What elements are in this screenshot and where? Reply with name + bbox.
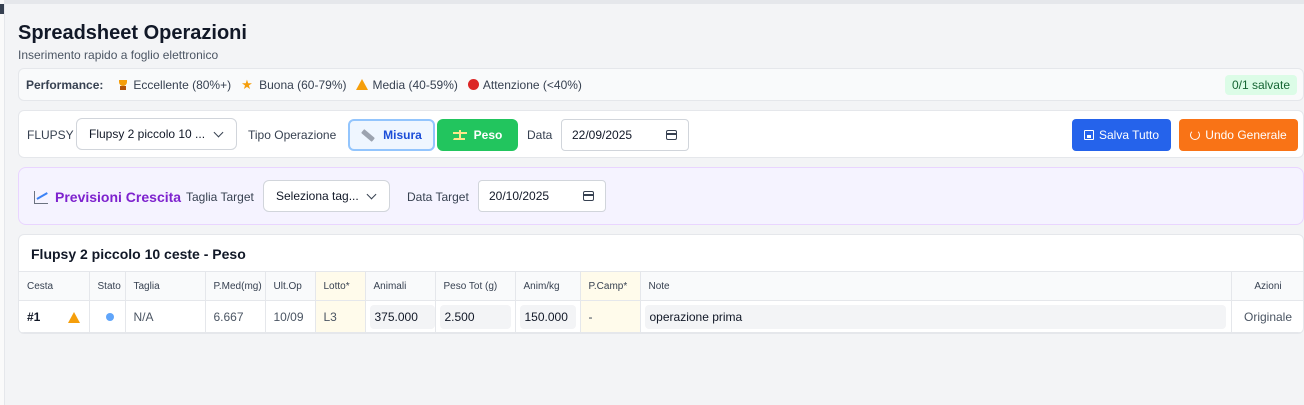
- warning-icon: [356, 79, 369, 90]
- column-header-pmed: P.Med(mg): [205, 271, 266, 301]
- flupsy-select-value: Flupsy 2 piccolo 10 ...: [89, 127, 206, 141]
- performance-label: Performance:: [26, 77, 104, 92]
- legend-label: Buona (60-79%): [259, 77, 347, 92]
- legend-label: Media (40-59%): [372, 77, 458, 92]
- chevron-down-icon: [366, 189, 377, 200]
- cell-ultop: 10/09: [265, 300, 316, 333]
- save-icon: [1083, 130, 1094, 140]
- page-header: Spreadsheet Operazioni Inserimento rapid…: [18, 22, 247, 62]
- scale-icon: [452, 130, 467, 140]
- flupsy-label: FLUPSY: [27, 128, 74, 142]
- flupsy-select[interactable]: Flupsy 2 piccolo 10 ...: [76, 118, 237, 150]
- taglia-value: N/A: [133, 309, 154, 324]
- pcamp-value[interactable]: -: [585, 310, 593, 324]
- undo-all-button[interactable]: Undo Generale: [1179, 119, 1298, 151]
- cell-pmed: 6.667: [205, 300, 266, 333]
- cell-taglia: N/A: [125, 300, 206, 333]
- cell-azioni: Originale: [1231, 300, 1303, 333]
- edge-marker: [0, 4, 4, 14]
- column-header-note: Note: [640, 271, 1232, 301]
- column-header-anim-kg: Anim/kg: [515, 271, 581, 301]
- target-size-label: Taglia Target: [186, 190, 254, 204]
- left-edge: [0, 0, 5, 405]
- note-input[interactable]: operazione prima: [644, 304, 1226, 329]
- legend-item-buona: ★ Buona (60-79%): [241, 78, 346, 92]
- column-header-azioni: Azioni: [1231, 271, 1303, 301]
- operations-grid: Flupsy 2 piccolo 10 ceste - Peso Cesta S…: [18, 234, 1304, 334]
- column-header-pcamp: P.Camp*: [580, 271, 641, 301]
- cell-pcamp[interactable]: -: [580, 300, 641, 333]
- operation-type-label: Tipo Operazione: [248, 128, 337, 142]
- cell-lotto[interactable]: L3: [315, 300, 366, 333]
- target-size-value: Seleziona tag...: [276, 189, 359, 203]
- cesta-number: #1: [27, 309, 41, 324]
- performance-legend: Performance: Eccellente (80%+) ★ Buona (…: [18, 68, 1304, 101]
- column-header-cesta: Cesta: [19, 271, 90, 301]
- undo-icon: [1190, 130, 1201, 140]
- calendar-icon[interactable]: [666, 130, 677, 140]
- cell-anim-kg[interactable]: 150.000: [515, 300, 581, 333]
- growth-forecast-panel: Previsioni Crescita Taglia Target Selezi…: [18, 167, 1304, 225]
- animali-input[interactable]: 375.000: [369, 304, 435, 329]
- column-header-lotto: Lotto*: [315, 271, 366, 301]
- forecast-title: Previsioni Crescita: [34, 189, 181, 205]
- red-dot-icon: [467, 79, 479, 90]
- legend-item-attenzione: Attenzione (<40%): [467, 77, 582, 92]
- column-header-ultop: Ult.Op: [265, 271, 316, 301]
- date-input-value: 22/09/2025: [572, 128, 633, 142]
- legend-item-media: Media (40-59%): [356, 77, 458, 92]
- column-header-animali: Animali: [365, 271, 436, 301]
- save-all-label: Salva Tutto: [1098, 128, 1160, 142]
- column-header-taglia: Taglia: [125, 271, 206, 301]
- cell-animali[interactable]: 375.000: [365, 300, 436, 333]
- forecast-title-text: Previsioni Crescita: [55, 189, 182, 205]
- azioni-status: Originale: [1243, 309, 1293, 324]
- target-date-input[interactable]: 20/10/2025: [478, 180, 606, 212]
- misura-button[interactable]: Misura: [348, 119, 435, 151]
- saved-count-badge: 0/1 salvate: [1224, 75, 1297, 95]
- table-row: #1 N/A 6.667 10/09 L3 375.000 2.500 150.…: [19, 300, 1303, 333]
- target-date-value: 20/10/2025: [489, 189, 550, 203]
- star-icon: ★: [241, 76, 253, 92]
- pmed-value: 6.667: [213, 309, 244, 324]
- warning-icon: [67, 311, 80, 323]
- calendar-icon[interactable]: [583, 191, 594, 201]
- legend-item-eccellente: Eccellente (80%+): [117, 78, 231, 92]
- operations-toolbar: FLUPSY Flupsy 2 piccolo 10 ... Tipo Oper…: [18, 110, 1304, 158]
- undo-all-label: Undo Generale: [1205, 128, 1287, 142]
- peso-button-label: Peso: [473, 128, 503, 142]
- misura-button-label: Misura: [383, 128, 422, 142]
- cell-stato: [89, 300, 126, 333]
- date-label: Data: [527, 128, 553, 142]
- operations-table: Cesta Stato Taglia P.Med(mg) Ult.Op Lott…: [19, 271, 1303, 333]
- ultop-value: 10/09: [273, 309, 304, 324]
- peso-tot-input[interactable]: 2.500: [439, 304, 511, 329]
- anim-kg-input[interactable]: 150.000: [519, 304, 576, 329]
- lotto-value: L3: [323, 309, 337, 324]
- save-all-button[interactable]: Salva Tutto: [1072, 119, 1171, 151]
- status-dot-icon: [105, 312, 114, 321]
- legend-label: Attenzione (<40%): [482, 77, 582, 92]
- page-subtitle: Inserimento rapido a foglio elettronico: [18, 48, 219, 62]
- column-header-peso-tot: Peso Tot (g): [435, 271, 516, 301]
- grid-title: Flupsy 2 piccolo 10 ceste - Peso: [31, 246, 246, 262]
- target-size-select[interactable]: Seleziona tag...: [263, 180, 390, 212]
- page-title: Spreadsheet Operazioni: [18, 22, 247, 44]
- trophy-icon: [117, 79, 129, 91]
- cell-cesta: #1: [19, 300, 90, 333]
- target-date-label: Data Target: [407, 190, 469, 204]
- cell-peso-tot[interactable]: 2.500: [435, 300, 516, 333]
- table-header-row: Cesta Stato Taglia P.Med(mg) Ult.Op Lott…: [19, 271, 1303, 301]
- window-top-bar: [0, 0, 1304, 4]
- peso-button[interactable]: Peso: [437, 119, 518, 151]
- cell-note[interactable]: operazione prima: [640, 300, 1232, 333]
- chart-up-icon: [34, 190, 48, 204]
- chevron-down-icon: [213, 127, 224, 138]
- legend-label: Eccellente (80%+): [133, 77, 232, 92]
- date-input[interactable]: 22/09/2025: [561, 119, 689, 151]
- ruler-icon: [361, 128, 376, 142]
- column-header-stato: Stato: [89, 271, 126, 301]
